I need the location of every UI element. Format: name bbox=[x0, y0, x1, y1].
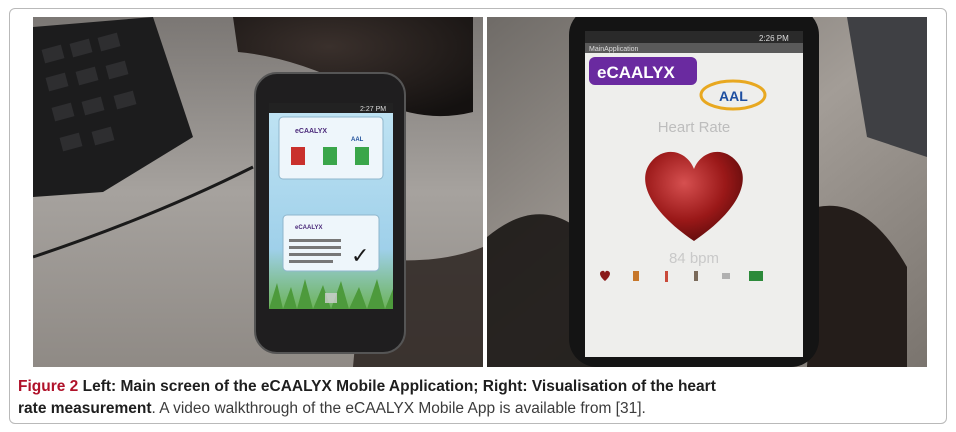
figure-label: Figure 2 bbox=[18, 378, 79, 395]
left-photo-scene: 2:27 PM eCAALYX AAL eCAALYX ✓ bbox=[33, 17, 483, 367]
left-phone: 2:27 PM eCAALYX AAL eCAALYX ✓ bbox=[254, 72, 406, 354]
left-aal: AAL bbox=[351, 137, 364, 143]
alert-red-icon[interactable] bbox=[291, 147, 305, 165]
right-phone: 2:26 PM MainApplication eCAALYX AAL Hear… bbox=[569, 17, 819, 367]
bpm-value: 84 bpm bbox=[669, 250, 719, 267]
figure-caption-rest: . A video walkthrough of the eCAALYX Mob… bbox=[151, 400, 646, 417]
left-logo: eCAALYX bbox=[295, 128, 327, 135]
right-title-bar: MainApplication bbox=[589, 46, 639, 53]
battery-icon[interactable] bbox=[749, 271, 763, 281]
right-status-time: 2:26 PM bbox=[759, 34, 789, 43]
right-logo-text: eCAALYX bbox=[597, 63, 675, 82]
right-photo: 2:26 PM MainApplication eCAALYX AAL Hear… bbox=[487, 17, 927, 367]
figure-caption: Figure 2 Left: Main screen of the eCAALY… bbox=[18, 376, 938, 420]
alert-green-icon-2[interactable] bbox=[355, 147, 369, 165]
thermometer-icon[interactable] bbox=[665, 271, 668, 282]
right-photo-scene: 2:26 PM MainApplication eCAALYX AAL Hear… bbox=[487, 17, 927, 367]
figure-title-part-1: Left: Main screen of the eCAALYX Mobile … bbox=[78, 378, 716, 395]
activity-icon[interactable] bbox=[633, 271, 639, 281]
settings-icon[interactable] bbox=[722, 273, 730, 279]
checkmark-icon: ✓ bbox=[351, 244, 369, 269]
left-status-time: 2:27 PM bbox=[360, 106, 386, 113]
scale-icon[interactable] bbox=[694, 271, 698, 281]
heart-rate-label: Heart Rate bbox=[658, 119, 731, 136]
right-aal-text: AAL bbox=[719, 88, 748, 104]
figure-title-part-2: rate measurement bbox=[18, 400, 152, 417]
alert-green-icon[interactable] bbox=[323, 147, 337, 165]
app-drawer-icon[interactable] bbox=[325, 293, 337, 303]
left-logo-small: eCAALYX bbox=[295, 225, 322, 231]
left-photo: 2:27 PM eCAALYX AAL eCAALYX ✓ bbox=[33, 17, 483, 367]
